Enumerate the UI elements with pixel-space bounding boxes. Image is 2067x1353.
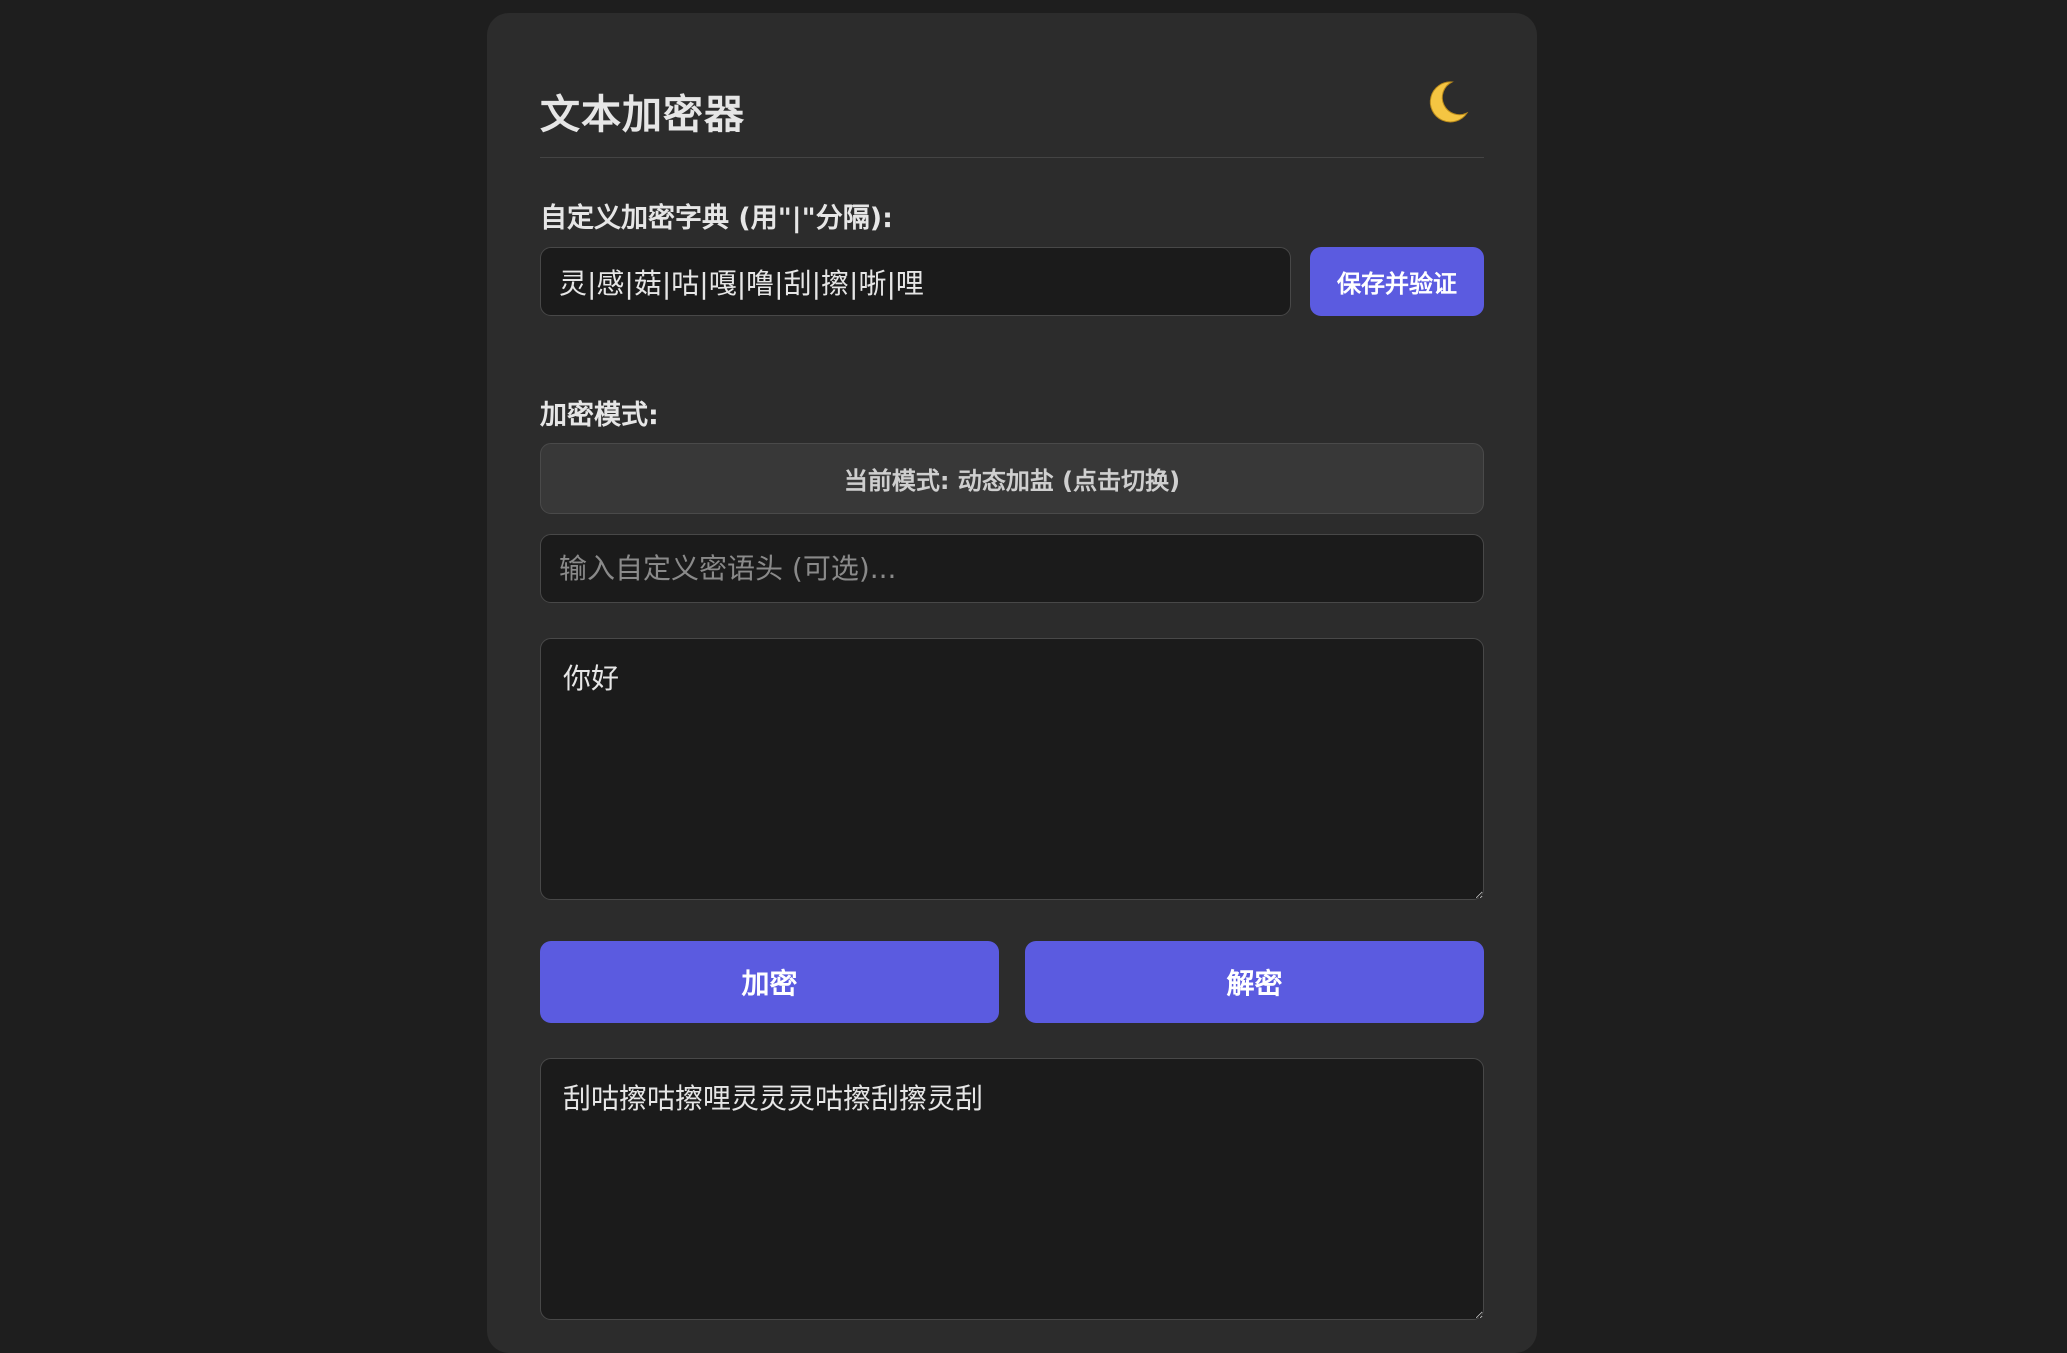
save-verify-button[interactable]: 保存并验证: [1310, 247, 1484, 316]
plaintext-textarea[interactable]: 你好: [540, 638, 1484, 900]
mode-label: 加密模式:: [540, 400, 659, 431]
header: 文本加密器: [540, 53, 1484, 158]
theme-toggle-button[interactable]: [1420, 77, 1474, 131]
encryptor-card: 文本加密器 自定义加密字典 (用"|"分隔): 保存并验证 加密模式: 当前模式…: [487, 13, 1537, 1353]
page-title: 文本加密器: [540, 92, 745, 138]
dictionary-input[interactable]: [540, 247, 1291, 316]
moon-icon: [1422, 77, 1472, 131]
ciphertext-textarea[interactable]: 刮咕擦咕擦哩灵灵灵咕擦刮擦灵刮: [540, 1058, 1484, 1320]
mode-toggle-label: 当前模式: 动态加盐 (点击切换): [843, 467, 1181, 495]
decrypt-button[interactable]: 解密: [1025, 941, 1484, 1023]
dictionary-label: 自定义加密字典 (用"|"分隔):: [540, 203, 893, 234]
mode-toggle-button[interactable]: 当前模式: 动态加盐 (点击切换): [540, 443, 1484, 514]
encrypt-button[interactable]: 加密: [540, 941, 999, 1023]
passphrase-input[interactable]: [540, 534, 1484, 603]
